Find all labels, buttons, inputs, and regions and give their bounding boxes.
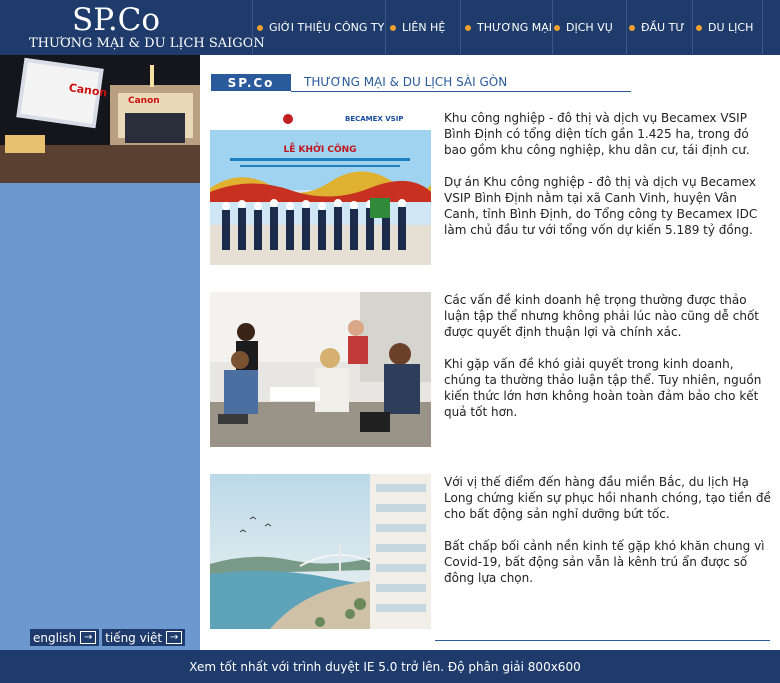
lang-vietnamese-button[interactable]: tiếng việt → (102, 629, 186, 646)
content-divider (435, 640, 770, 641)
nav-label: THƯƠNG MẠI (477, 21, 552, 34)
nav-divider (626, 0, 627, 55)
storefront-photo: Canon Canon (0, 55, 200, 183)
site-logo[interactable]: SP.Co THƯƠNG MẠI & DU LỊCH SAIGON (0, 0, 265, 55)
halong-bay-illustration (210, 474, 431, 629)
footer: Xem tốt nhất với trình duyệt IE 5.0 trở … (0, 650, 780, 683)
nav-divider (252, 0, 253, 55)
article-paragraph: Khi gặp vấn đề khó giải quyết trong kinh… (444, 357, 762, 419)
logo-subtitle: THƯƠNG MẠI & DU LỊCH SAIGON (29, 36, 265, 51)
section-header: SP.Co THƯƠNG MẠI & DU LỊCH SÀI GÒN (211, 74, 643, 92)
ceremony-illustration: BECAMEX VSIP LỄ KHỞI CÔNG (210, 110, 431, 265)
nav-item-dau-tu[interactable]: ĐẦU TƯ (629, 0, 685, 55)
office-meeting-illustration (210, 292, 431, 447)
language-switcher: english → tiếng việt → (30, 629, 188, 646)
arrow-right-icon: → (166, 631, 183, 644)
nav-item-lien-he[interactable]: LIÊN HỆ (390, 0, 445, 55)
article-paragraph: Với vị thế điểm đến hàng đầu miền Bắc, d… (444, 475, 771, 521)
main-nav: GIỚI THIỆU CÔNG TY LIÊN HỆ THƯƠNG MẠI DỊ… (252, 0, 780, 55)
nav-divider (692, 0, 693, 55)
article-image[interactable] (210, 474, 431, 629)
bullet-icon (257, 24, 263, 31)
lang-vietnamese-label: tiếng việt (105, 630, 163, 645)
nav-divider (460, 0, 461, 55)
nav-item-thuong-mai[interactable]: THƯƠNG MẠI (465, 0, 552, 55)
bullet-icon (390, 24, 396, 31)
nav-label: DU LỊCH (708, 21, 754, 34)
left-sidebar: Canon Canon english → tiếng việt → (0, 55, 200, 650)
nav-item-du-lich[interactable]: DU LỊCH (696, 0, 753, 55)
nav-label: LIÊN HỆ (402, 21, 446, 34)
nav-label: ĐẦU TƯ (641, 21, 685, 34)
nav-label: GIỚI THIỆU CÔNG TY (269, 21, 385, 34)
article-text: Các vấn đề kinh doanh hệ trọng thường đư… (444, 292, 774, 436)
bullet-icon (465, 24, 471, 31)
lang-english-button[interactable]: english → (30, 629, 100, 646)
article-image[interactable] (210, 292, 431, 447)
article-paragraph: Khu công nghiệp - đô thị và dịch vụ Beca… (444, 111, 750, 157)
bullet-icon (554, 24, 560, 31)
article-text: Khu công nghiệp - đô thị và dịch vụ Beca… (444, 110, 774, 254)
sign-text-2: Canon (128, 96, 160, 106)
nav-divider (762, 0, 763, 55)
article-paragraph: Dự án Khu công nghiệp - đô thị và dịch v… (444, 175, 758, 237)
nav-divider (385, 0, 386, 55)
section-title: THƯƠNG MẠI & DU LỊCH SÀI GÒN (304, 75, 508, 89)
section-underline (291, 91, 631, 92)
article-text: Với vị thế điểm đến hàng đầu miền Bắc, d… (444, 474, 774, 602)
main-content: SP.Co THƯƠNG MẠI & DU LỊCH SÀI GÒN BECAM… (200, 55, 780, 650)
article-paragraph: Các vấn đề kinh doanh hệ trọng thường đư… (444, 293, 759, 339)
bullet-icon (629, 24, 635, 31)
nav-label: DỊCH VỤ (566, 21, 613, 34)
storefront-illustration: Canon Canon (0, 55, 200, 183)
arrow-right-icon: → (80, 631, 97, 644)
image-logo-text: BECAMEX VSIP (345, 115, 403, 123)
footer-note: Xem tốt nhất với trình duyệt IE 5.0 trở … (189, 659, 581, 674)
nav-divider (552, 0, 553, 55)
article-paragraph: Bất chấp bối cảnh nền kinh tế gặp khó kh… (444, 539, 765, 585)
section-badge: SP.Co (211, 74, 291, 91)
lang-english-label: english (33, 630, 77, 645)
article-image[interactable]: BECAMEX VSIP LỄ KHỞI CÔNG (210, 110, 431, 265)
nav-item-gioi-thieu[interactable]: GIỚI THIỆU CÔNG TY (257, 0, 384, 55)
logo-title: SP.Co (72, 2, 161, 38)
nav-item-dich-vu[interactable]: DỊCH VỤ (554, 0, 613, 55)
bullet-icon (696, 24, 702, 31)
header: SP.Co THƯƠNG MẠI & DU LỊCH SAIGON GIỚI T… (0, 0, 780, 55)
